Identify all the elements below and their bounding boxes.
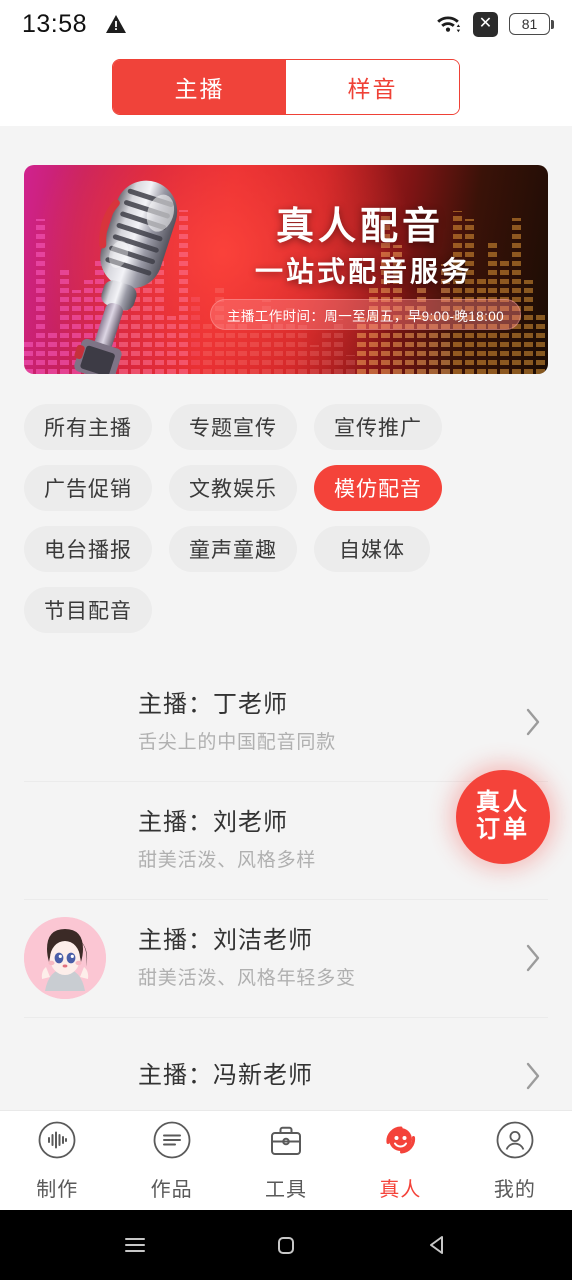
anchor-description: 甜美活泼、风格年轻多变 [138, 968, 356, 989]
back-icon[interactable] [414, 1222, 460, 1268]
anchor-list: 主播：丁老师 舌尖上的中国配音同款 主播：刘老师 甜美活泼、风格多样 主播：刘洁老师 甜美… [0, 663, 572, 1111]
fab-line-2: 订单 [476, 816, 530, 843]
no-sim-icon: ✕ [473, 11, 498, 37]
lines-circle-icon [151, 1119, 193, 1166]
category-chip[interactable]: 文教娱乐 [169, 465, 297, 511]
status-bar: 13:58 ✕ 81 [0, 0, 572, 48]
toolbox-icon [265, 1119, 307, 1166]
nav-item-mine[interactable]: 我的 [458, 1119, 572, 1202]
nav-item-works[interactable]: 作品 [114, 1119, 228, 1202]
nav-item-tools[interactable]: 工具 [229, 1119, 343, 1202]
anchor-list-item[interactable]: 主播：冯新老师 [0, 1017, 572, 1111]
category-chip-list: 所有主播 专题宣传 宣传推广广告促销 文教娱乐 模仿配音电台播报 童声童趣 自媒体节目配音 [0, 374, 572, 633]
battery-icon: 81 [509, 13, 554, 35]
anchor-description: 甜美活泼、风格多样 [138, 850, 317, 871]
real-person-order-button[interactable]: 真人 订单 [456, 770, 550, 864]
avatar-slot [24, 799, 120, 881]
avatar-slot [24, 1035, 120, 1111]
category-chip[interactable]: 所有主播 [24, 404, 152, 450]
avatar-slot [24, 917, 120, 999]
anchor-name: 主播：刘洁老师 [138, 927, 313, 954]
warning-triangle-icon [105, 14, 127, 34]
banner-hours-badge: 主播工作时间：周一至周五，早9:00-晚18:00 [210, 299, 522, 330]
recents-icon[interactable] [112, 1222, 158, 1268]
nav-label-mine: 我的 [493, 1179, 536, 1201]
anchor-list-item[interactable]: 主播：刘洁老师甜美活泼、风格年轻多变 [0, 899, 572, 1017]
nav-item-real-person[interactable]: 真人 [343, 1119, 457, 1202]
anchor-list-item[interactable]: 主播：丁老师舌尖上的中国配音同款 [0, 663, 572, 781]
category-chip[interactable]: 电台播报 [24, 526, 152, 572]
microphone-illustration [74, 180, 178, 374]
avatar-slot [24, 681, 120, 763]
banner-title: 真人配音 [276, 206, 445, 248]
category-chip[interactable]: 宣传推广 [314, 404, 442, 450]
status-time: 13:58 [22, 9, 88, 38]
tab-samples[interactable]: 样音 [286, 60, 459, 114]
person-circle-icon [494, 1119, 536, 1166]
battery-level: 81 [521, 16, 538, 32]
fab-line-1: 真人 [476, 789, 530, 817]
avatar [24, 681, 106, 763]
avatar [24, 799, 106, 881]
anchor-name: 主播：丁老师 [138, 691, 288, 718]
category-chip[interactable]: 模仿配音 [314, 465, 442, 511]
waveform-circle-icon [36, 1119, 78, 1166]
nav-item-create[interactable]: 制作 [0, 1119, 114, 1202]
category-chip[interactable]: 节目配音 [24, 587, 152, 633]
anchor-description: 舌尖上的中国配音同款 [138, 732, 337, 753]
banner-subtitle: 一站式配音服务 [255, 256, 473, 287]
phone-screen: 13:58 ✕ 81 主播 样音 真人配音 一站式配音服务 主播工作时间：周一至… [0, 0, 572, 1280]
bottom-nav-bar: 制作 作品 工具 真人 我的 [0, 1110, 572, 1210]
avatar [24, 1035, 106, 1111]
nav-label-create: 制作 [36, 1179, 79, 1201]
scroll-content[interactable]: 真人配音 一站式配音服务 主播工作时间：周一至周五，早9:00-晚18:00 所… [0, 126, 572, 1111]
category-chip[interactable]: 广告促销 [24, 465, 152, 511]
chevron-right-icon[interactable] [518, 941, 548, 975]
avatar [24, 917, 106, 999]
android-nav-bar [0, 1210, 572, 1280]
tab-anchors[interactable]: 主播 [113, 60, 286, 114]
segmented-control: 主播 样音 [112, 59, 460, 115]
wifi-icon [434, 11, 462, 38]
status-icons: ✕ 81 [434, 11, 554, 38]
top-tab-bar: 主播 样音 [0, 48, 572, 126]
nav-label-real-person: 真人 [379, 1179, 422, 1201]
category-chip[interactable]: 自媒体 [314, 526, 430, 572]
promo-banner[interactable]: 真人配音 一站式配音服务 主播工作时间：周一至周五，早9:00-晚18:00 [24, 165, 548, 374]
category-chip[interactable]: 专题宣传 [169, 404, 297, 450]
anchor-texts: 主播：冯新老师 [120, 1061, 518, 1091]
anchor-name: 主播：冯新老师 [138, 1062, 313, 1089]
nav-label-works: 作品 [150, 1179, 193, 1201]
chevron-right-icon[interactable] [518, 1059, 548, 1093]
home-icon[interactable] [263, 1222, 309, 1268]
nav-label-tools: 工具 [265, 1179, 308, 1201]
category-chip[interactable]: 童声童趣 [169, 526, 297, 572]
no-sim-glyph: ✕ [478, 15, 493, 32]
headset-face-icon [379, 1119, 421, 1166]
anchor-texts: 主播：丁老师舌尖上的中国配音同款 [120, 690, 518, 754]
anchor-texts: 主播：刘洁老师甜美活泼、风格年轻多变 [120, 926, 518, 990]
chevron-right-icon[interactable] [518, 705, 548, 739]
